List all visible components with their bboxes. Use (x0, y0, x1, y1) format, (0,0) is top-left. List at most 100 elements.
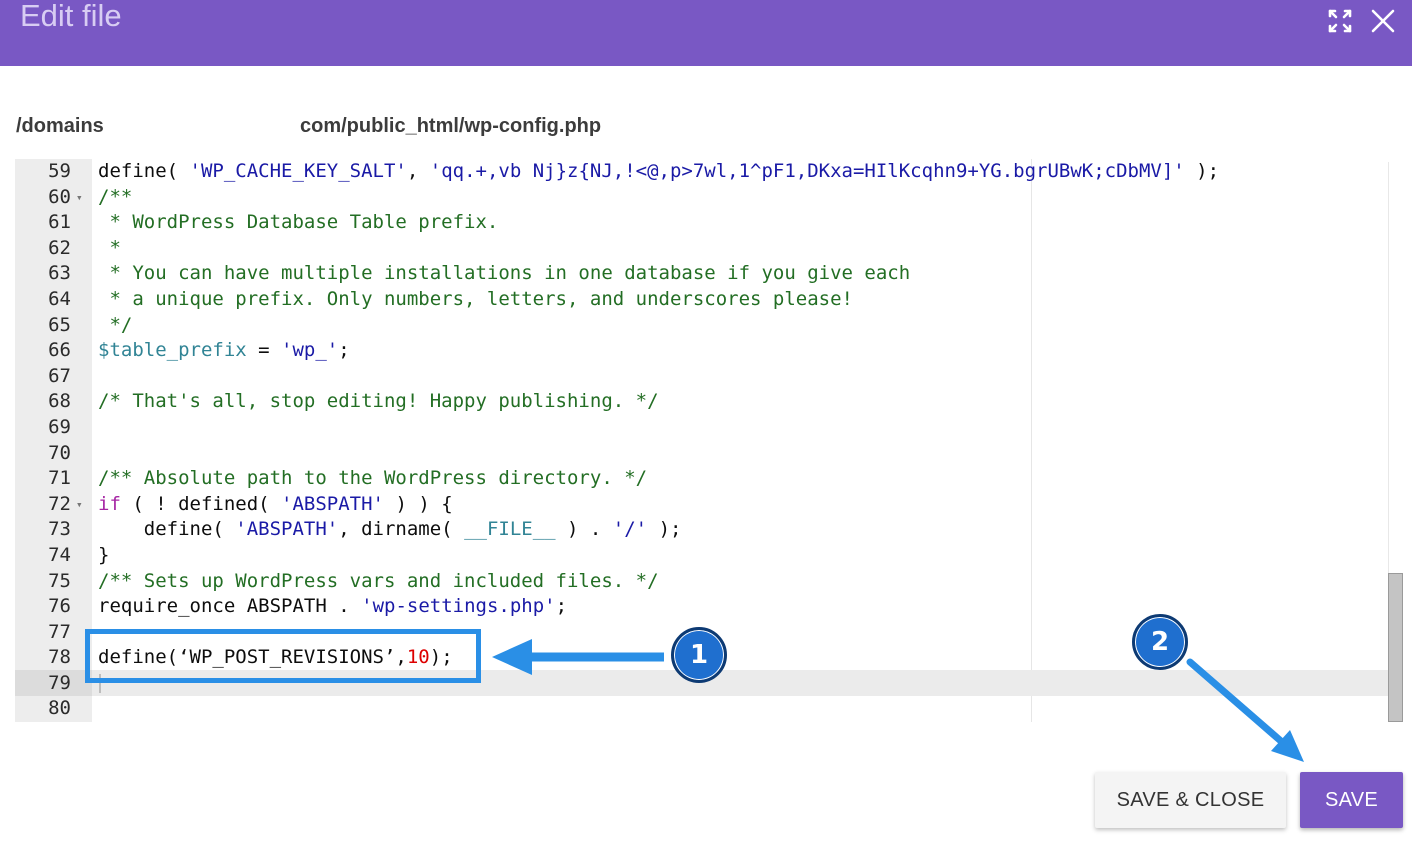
code-token: } (98, 543, 110, 566)
code-token: /** Sets up WordPress vars and included … (98, 569, 659, 592)
code-line[interactable]: 64 * a unique prefix. Only numbers, lett… (15, 287, 1389, 313)
code-text: * (98, 236, 121, 262)
code-token: * a unique prefix. Only numbers, letters… (98, 287, 853, 310)
code-token: define( (98, 160, 190, 182)
code-token: ) ) { (384, 492, 453, 515)
code-line[interactable]: 65 */ (15, 313, 1389, 339)
code-token: /* That's all, stop editing! Happy publi… (98, 390, 659, 413)
code-line[interactable]: 76 require_once ABSPATH . 'wp-settings.ph… (15, 594, 1389, 620)
editor-scrollbar-thumb[interactable] (1388, 573, 1403, 722)
code-token: ); (1184, 160, 1220, 182)
line-number: 72 (48, 492, 71, 515)
code-line[interactable]: 68 /* That's all, stop editing! Happy pub… (15, 389, 1389, 415)
code-line[interactable]: 74} (15, 543, 1389, 569)
code-token: require_once (98, 595, 236, 618)
code-line[interactable]: 70 (15, 441, 1389, 467)
code-text: * a unique prefix. Only numbers, letters… (98, 287, 853, 313)
code-token: ABSPATH . (235, 595, 362, 618)
code-line[interactable]: 60 ▾ /** (15, 185, 1389, 211)
code-token: ); (647, 518, 682, 541)
code-token: /** Absolute path to the WordPress direc… (98, 467, 648, 490)
code-token: * (98, 236, 121, 259)
line-number: 68 (48, 390, 71, 413)
code-text: /** (98, 185, 132, 211)
line-number: 63 (48, 262, 71, 285)
line-number: 60 (48, 185, 71, 208)
line-number: 69 (48, 415, 71, 438)
save-and-close-button[interactable]: SAVE & CLOSE (1095, 772, 1286, 828)
close-icon[interactable] (1369, 7, 1397, 35)
code-text: * You can have multiple installations in… (98, 261, 910, 287)
save-button[interactable]: SAVE (1300, 772, 1403, 828)
code-text: if ( ! defined( 'ABSPATH' ) ) { (98, 492, 453, 518)
code-token: */ (98, 313, 133, 336)
code-token: 'qq.+,vb Nj}z{NJ,!<@,p>7wl,1^pF1,DKxa=HI… (429, 160, 1185, 182)
code-token: $table_prefix (98, 339, 247, 362)
code-line[interactable]: 80 (15, 696, 1389, 722)
code-text: } (98, 543, 109, 569)
code-token: = (246, 339, 282, 362)
line-number: 59 (48, 160, 71, 182)
expand-icon[interactable] (1327, 8, 1353, 34)
code-text: /** Sets up WordPress vars and included … (98, 569, 659, 595)
line-number: 78 (48, 646, 71, 669)
code-token: , dirname( (338, 518, 465, 541)
code-token: ) . (555, 518, 613, 541)
code-token: 'wp_' (281, 339, 339, 362)
fold-toggle-icon[interactable]: ▾ (76, 185, 83, 211)
line-number: 79 (48, 671, 71, 694)
code-text: */ (98, 313, 132, 339)
code-token: ; (338, 339, 350, 362)
annotation-badge-1: 1 (671, 627, 727, 683)
code-token: , (406, 160, 430, 182)
annotation-badge-2: 2 (1132, 614, 1188, 670)
code-line[interactable]: 71 /** Absolute path to the WordPress dir… (15, 466, 1389, 492)
code-token: /** (98, 185, 133, 208)
code-token: * You can have multiple installations in… (98, 262, 911, 285)
code-token: * WordPress Database Table prefix. (98, 211, 499, 234)
code-line[interactable]: 66 $table_prefix = 'wp_'; (15, 338, 1389, 364)
line-number: 80 (48, 697, 71, 720)
code-text: * WordPress Database Table prefix. (98, 210, 498, 236)
code-text: define( 'WP_CACHE_KEY_SALT', 'qq.+,vb Nj… (98, 159, 1219, 185)
code-token: 'wp-settings.php' (361, 595, 556, 618)
code-text: /* That's all, stop editing! Happy publi… (98, 389, 659, 415)
code-line[interactable]: 67 (15, 364, 1389, 390)
code-token: 'WP_CACHE_KEY_SALT' (189, 160, 407, 182)
code-token: __FILE__ (464, 518, 556, 541)
code-line[interactable]: 59 define( 'WP_CACHE_KEY_SALT', 'qq.+,vb … (15, 159, 1389, 185)
code-text: define( 'ABSPATH', dirname( __FILE__ ) .… (98, 517, 682, 543)
line-number: 73 (48, 518, 71, 541)
code-token: 'ABSPATH' (235, 518, 339, 541)
file-path-suffix: com/public_html/wp-config.php (300, 115, 602, 137)
code-line[interactable]: 72 ▾ if ( ! defined( 'ABSPATH' ) ) { (15, 492, 1389, 518)
code-token: ( ! defined( (120, 492, 282, 515)
code-token: 'ABSPATH' (281, 492, 384, 515)
line-number: 64 (48, 287, 71, 310)
code-token: if (98, 492, 121, 515)
code-line[interactable]: 73 define( 'ABSPATH', dirname( __FILE__ … (15, 517, 1389, 543)
code-line[interactable]: 75 /** Sets up WordPress vars and include… (15, 569, 1389, 595)
file-path-prefix: /domains (16, 115, 104, 137)
code-token: define( (98, 518, 236, 541)
line-number: 67 (48, 364, 71, 387)
code-line[interactable]: 62 * (15, 236, 1389, 262)
line-number: 61 (48, 211, 71, 234)
dialog-title: Edit file (20, 0, 122, 33)
code-line[interactable]: 61 * WordPress Database Table prefix. (15, 210, 1389, 236)
line-number: 66 (48, 339, 71, 362)
line-number: 76 (48, 595, 71, 618)
line-number: 75 (48, 569, 71, 592)
code-line[interactable]: 63 * You can have multiple installations… (15, 261, 1389, 287)
code-text: $table_prefix = 'wp_'; (98, 338, 350, 364)
line-number: 65 (48, 313, 71, 336)
code-token: ; (555, 595, 568, 618)
code-token: '/' (612, 518, 648, 541)
line-number: 77 (48, 620, 71, 643)
fold-toggle-icon[interactable]: ▾ (76, 492, 83, 518)
code-text: require_once ABSPATH . 'wp-settings.php'… (98, 594, 567, 620)
line-number: 70 (48, 441, 71, 464)
code-text: /** Absolute path to the WordPress direc… (98, 466, 647, 492)
code-line[interactable]: 69 (15, 415, 1389, 441)
line-number: 62 (48, 236, 71, 259)
